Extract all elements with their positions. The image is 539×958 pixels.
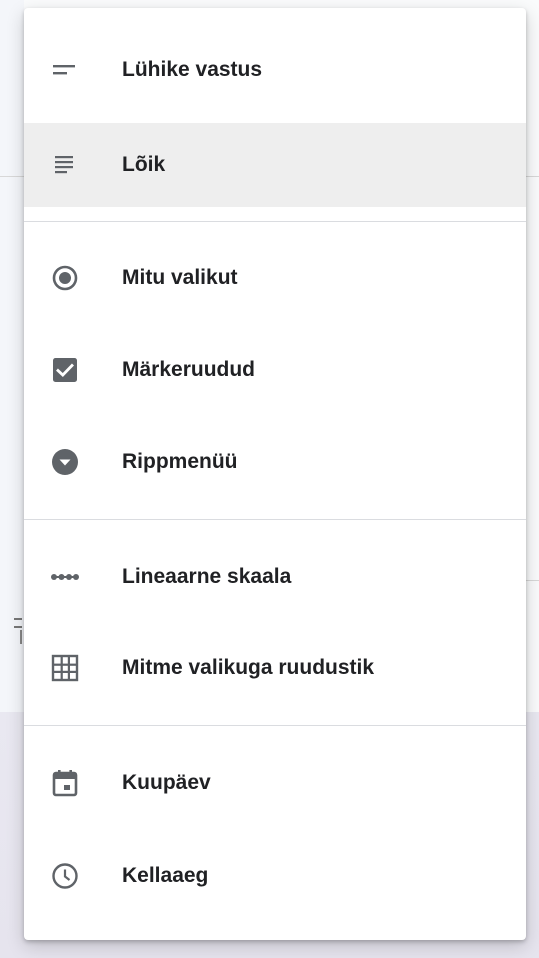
calendar-icon <box>50 768 80 798</box>
dropdown-circle-icon <box>50 447 80 477</box>
clock-icon <box>50 861 80 891</box>
paragraph-icon <box>50 150 80 180</box>
menu-item-label: Kuupäev <box>122 771 211 794</box>
background-drag-handle-icon <box>14 618 22 628</box>
checkbox-icon <box>50 355 80 385</box>
background-divider <box>526 580 539 581</box>
background-text-cursor <box>20 630 22 644</box>
background-divider <box>526 176 539 177</box>
menu-item-multiple-choice-grid[interactable]: Mitme valikuga ruudustik <box>24 626 526 710</box>
menu-divider <box>24 725 526 726</box>
radio-button-icon <box>50 263 80 293</box>
menu-item-label: Mitme valikuga ruudustik <box>122 656 375 679</box>
menu-item-label: Lineaarne skaala <box>122 565 292 588</box>
grid-icon <box>50 653 80 683</box>
menu-item-label: Mitu valikut <box>122 266 238 289</box>
menu-item-linear-scale[interactable]: Lineaarne skaala <box>24 535 526 619</box>
menu-item-label: Lõik <box>122 153 166 176</box>
menu-item-label: Lühike vastus <box>122 58 263 81</box>
menu-item-label: Märkeruudud <box>122 358 256 381</box>
menu-item-label: Rippmenüü <box>122 450 238 473</box>
menu-divider <box>24 519 526 520</box>
question-type-menu: Lühike vastus Lõik Mitu valikut Märkeruu… <box>24 8 526 940</box>
menu-divider <box>24 221 526 222</box>
menu-item-time[interactable]: Kellaaeg <box>24 834 526 918</box>
menu-item-multiple-choice[interactable]: Mitu valikut <box>24 236 526 320</box>
short-answer-icon <box>50 55 80 85</box>
menu-item-label: Kellaaeg <box>122 864 209 887</box>
menu-item-checkboxes[interactable]: Märkeruudud <box>24 328 526 412</box>
menu-item-short-answer[interactable]: Lühike vastus <box>24 28 526 112</box>
menu-item-dropdown[interactable]: Rippmenüü <box>24 420 526 504</box>
linear-scale-icon <box>50 562 80 592</box>
menu-item-paragraph[interactable]: Lõik <box>24 123 526 207</box>
menu-item-date[interactable]: Kuupäev <box>24 741 526 825</box>
background-divider <box>0 176 24 177</box>
